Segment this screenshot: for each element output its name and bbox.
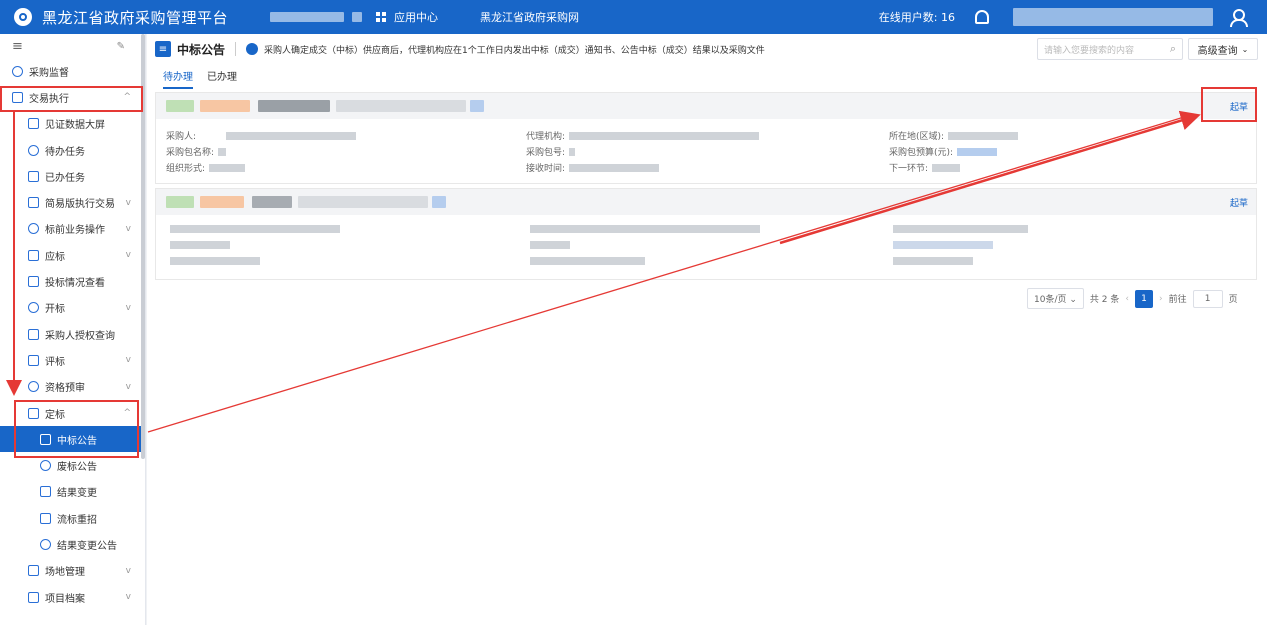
arrow-thin [147,113,1195,433]
annotation-arrows [6,110,1201,433]
arrow-thick [779,110,1201,245]
